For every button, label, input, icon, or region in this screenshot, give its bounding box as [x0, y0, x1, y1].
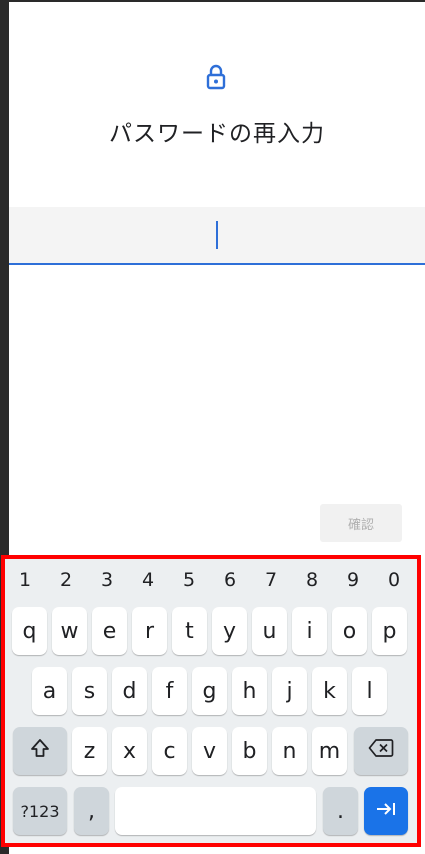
key-8[interactable]: 8: [297, 569, 327, 591]
key-q[interactable]: q: [12, 607, 47, 655]
key-h[interactable]: h: [232, 667, 267, 715]
keyboard: 1 2 3 4 5 6 7 8 9 0 q w e r t y u i o p …: [1, 555, 421, 847]
lock-icon: [205, 64, 227, 90]
backspace-key[interactable]: [354, 727, 408, 775]
key-v[interactable]: v: [192, 727, 227, 775]
shift-icon: [29, 737, 51, 765]
next-arrow-icon: [375, 799, 397, 824]
key-6[interactable]: 6: [215, 569, 245, 591]
key-b[interactable]: b: [232, 727, 267, 775]
period-key[interactable]: .: [323, 787, 358, 835]
key-w[interactable]: w: [52, 607, 87, 655]
key-l[interactable]: l: [352, 667, 387, 715]
key-s[interactable]: s: [72, 667, 107, 715]
password-input[interactable]: [9, 207, 425, 265]
key-j[interactable]: j: [272, 667, 307, 715]
next-key[interactable]: [364, 787, 408, 835]
confirm-button[interactable]: 確認: [320, 504, 402, 542]
key-z[interactable]: z: [72, 727, 107, 775]
key-m[interactable]: m: [312, 727, 347, 775]
key-0[interactable]: 0: [379, 569, 409, 591]
symbols-key[interactable]: ?123: [13, 787, 67, 835]
key-n[interactable]: n: [272, 727, 307, 775]
key-u[interactable]: u: [252, 607, 287, 655]
key-c[interactable]: c: [152, 727, 187, 775]
comma-key[interactable]: ,: [74, 787, 109, 835]
key-p[interactable]: p: [372, 607, 407, 655]
key-r[interactable]: r: [132, 607, 167, 655]
space-key[interactable]: [115, 787, 316, 835]
key-o[interactable]: o: [332, 607, 367, 655]
key-t[interactable]: t: [172, 607, 207, 655]
number-row: 1 2 3 4 5 6 7 8 9 0: [5, 569, 417, 597]
key-1[interactable]: 1: [10, 569, 40, 591]
key-g[interactable]: g: [192, 667, 227, 715]
key-3[interactable]: 3: [92, 569, 122, 591]
key-4[interactable]: 4: [133, 569, 163, 591]
key-e[interactable]: e: [92, 607, 127, 655]
page-title: パスワードの再入力: [109, 121, 325, 147]
key-2[interactable]: 2: [51, 569, 81, 591]
key-7[interactable]: 7: [256, 569, 286, 591]
key-a[interactable]: a: [32, 667, 67, 715]
key-y[interactable]: y: [212, 607, 247, 655]
key-x[interactable]: x: [112, 727, 147, 775]
key-9[interactable]: 9: [338, 569, 368, 591]
backspace-icon: [368, 738, 394, 764]
shift-key[interactable]: [13, 727, 67, 775]
text-cursor: [216, 221, 218, 249]
key-f[interactable]: f: [152, 667, 187, 715]
key-i[interactable]: i: [292, 607, 327, 655]
key-k[interactable]: k: [312, 667, 347, 715]
key-5[interactable]: 5: [174, 569, 204, 591]
key-d[interactable]: d: [112, 667, 147, 715]
